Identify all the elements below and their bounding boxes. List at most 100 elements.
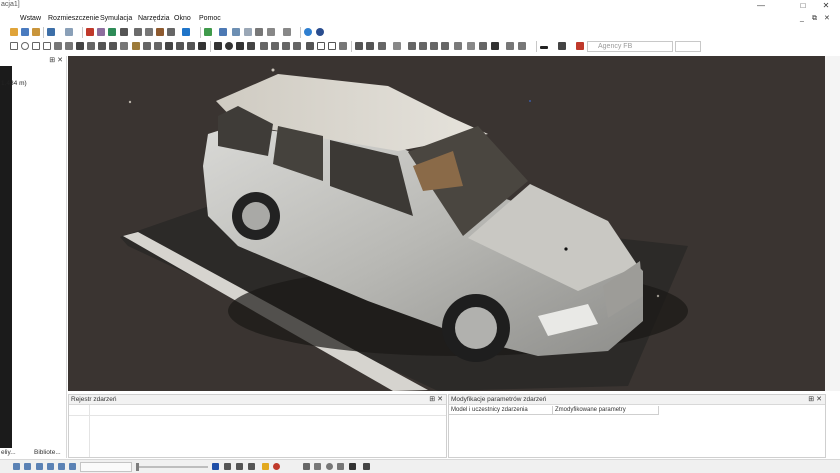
menu-wstaw[interactable]: Wstaw [20, 15, 41, 22]
terrain-icon[interactable] [204, 28, 212, 36]
flag-icon[interactable] [212, 463, 219, 470]
tool-j-icon[interactable] [467, 42, 475, 50]
tool-b-icon[interactable] [366, 42, 374, 50]
line-width-icon[interactable] [540, 46, 548, 49]
view-icon[interactable] [506, 42, 514, 50]
pin-icon[interactable]: ⊞ [808, 396, 814, 403]
frame-icon[interactable] [317, 42, 325, 50]
flip-icon[interactable] [306, 42, 314, 50]
crosshair-icon[interactable] [303, 463, 310, 470]
tool-c-icon[interactable] [378, 42, 386, 50]
globe-icon[interactable] [304, 28, 312, 36]
flag-remove-icon[interactable] [236, 463, 243, 470]
zoom-icon[interactable] [267, 28, 275, 36]
menu-symulacja[interactable]: Symulacja [100, 15, 132, 22]
prev-frame-icon[interactable] [24, 463, 31, 470]
3d-viewport[interactable] [68, 56, 825, 391]
save-icon[interactable] [21, 28, 29, 36]
send-back-icon[interactable] [293, 42, 301, 50]
font-family-select[interactable]: Agency FB [587, 41, 673, 52]
object-icon[interactable] [182, 28, 190, 36]
snap-icon[interactable] [214, 42, 222, 50]
pause-icon[interactable] [36, 463, 43, 470]
timeline-slider[interactable] [136, 466, 208, 468]
vehicle-icon[interactable] [134, 28, 142, 36]
undo-icon[interactable] [47, 28, 55, 36]
tab-library[interactable]: Bibliote... [34, 449, 61, 456]
ungroup-icon[interactable] [271, 42, 279, 50]
tool-g-icon[interactable] [430, 42, 438, 50]
close-panel-icon[interactable]: ✕ [57, 57, 63, 64]
mdi-close-button[interactable]: ✕ [824, 13, 830, 25]
arc-icon[interactable] [65, 42, 73, 50]
open-icon[interactable] [10, 28, 18, 36]
select-area-icon[interactable] [244, 28, 252, 36]
tool-a-icon[interactable] [355, 42, 363, 50]
first-frame-icon[interactable] [13, 463, 20, 470]
contrast-icon[interactable] [349, 463, 356, 470]
help-icon[interactable] [316, 28, 324, 36]
timeline-slider-thumb[interactable] [136, 463, 139, 471]
search-map-icon[interactable] [176, 42, 184, 50]
tab-elements[interactable]: eliy... [1, 449, 16, 456]
redo-icon[interactable] [65, 28, 73, 36]
next-frame-icon[interactable] [58, 463, 65, 470]
layers-icon[interactable] [232, 28, 240, 36]
trajectory-icon[interactable] [143, 42, 151, 50]
properties-icon[interactable] [120, 28, 128, 36]
bike-icon[interactable] [156, 28, 164, 36]
tool-f-icon[interactable] [419, 42, 427, 50]
pin-icon[interactable]: ⊞ [49, 57, 55, 64]
arrow-icon[interactable] [98, 42, 106, 50]
bring-front-icon[interactable] [282, 42, 290, 50]
light-icon[interactable] [518, 42, 526, 50]
tool-h-icon[interactable] [441, 42, 449, 50]
minimize-button[interactable]: — [750, 0, 772, 12]
move-icon[interactable] [109, 42, 117, 50]
pan-icon[interactable] [337, 463, 344, 470]
measure-icon[interactable] [87, 42, 95, 50]
column-header-params[interactable]: Zmodyfikowane parametry [553, 406, 659, 415]
list-icon[interactable] [363, 463, 370, 470]
export-icon[interactable] [32, 28, 40, 36]
close-panel-icon[interactable]: ✕ [816, 396, 822, 403]
font-color-icon[interactable] [576, 42, 584, 50]
grid-icon[interactable] [219, 28, 227, 36]
tool-k-icon[interactable] [479, 42, 487, 50]
time-field[interactable] [80, 462, 132, 472]
record-icon[interactable] [273, 463, 280, 470]
mdi-restore-button[interactable]: ⧉ [812, 13, 817, 25]
copy-icon[interactable] [97, 28, 105, 36]
skid-mark-icon[interactable] [132, 42, 140, 50]
pin-icon[interactable]: ⊞ [429, 396, 435, 403]
camera-icon[interactable] [255, 28, 263, 36]
group-icon[interactable] [260, 42, 268, 50]
orbit-icon[interactable] [326, 463, 333, 470]
flag-add-icon[interactable] [224, 463, 231, 470]
expand-icon[interactable] [314, 463, 321, 470]
point-icon[interactable] [154, 42, 162, 50]
table-icon[interactable] [328, 42, 336, 50]
line-color-icon[interactable] [558, 42, 566, 50]
curve-icon[interactable] [54, 42, 62, 50]
column-header-model[interactable]: Model i uczestnicy zdarzenia [449, 406, 553, 415]
ruler-icon[interactable] [165, 42, 173, 50]
menu-narzedzia[interactable]: Narzędzia [138, 15, 170, 22]
menu-okno[interactable]: Okno [174, 15, 191, 22]
text-icon[interactable] [76, 42, 84, 50]
rectangle-icon[interactable] [10, 42, 18, 50]
polygon-icon[interactable] [32, 42, 40, 50]
pencil-icon[interactable] [283, 28, 291, 36]
maximize-button[interactable]: □ [792, 0, 814, 12]
tool-i-icon[interactable] [454, 42, 462, 50]
line-icon[interactable] [198, 42, 206, 50]
lock-icon[interactable] [236, 42, 244, 50]
close-button[interactable]: ✕ [815, 0, 837, 12]
paste-icon[interactable] [108, 28, 116, 36]
last-frame-icon[interactable] [69, 463, 76, 470]
menu-rozmieszczenie[interactable]: Rozmieszczenie [48, 15, 99, 22]
dimension-icon[interactable] [120, 42, 128, 50]
image-icon[interactable] [339, 42, 347, 50]
align-icon[interactable] [247, 42, 255, 50]
mdi-minimize-button[interactable]: _ [800, 13, 804, 25]
